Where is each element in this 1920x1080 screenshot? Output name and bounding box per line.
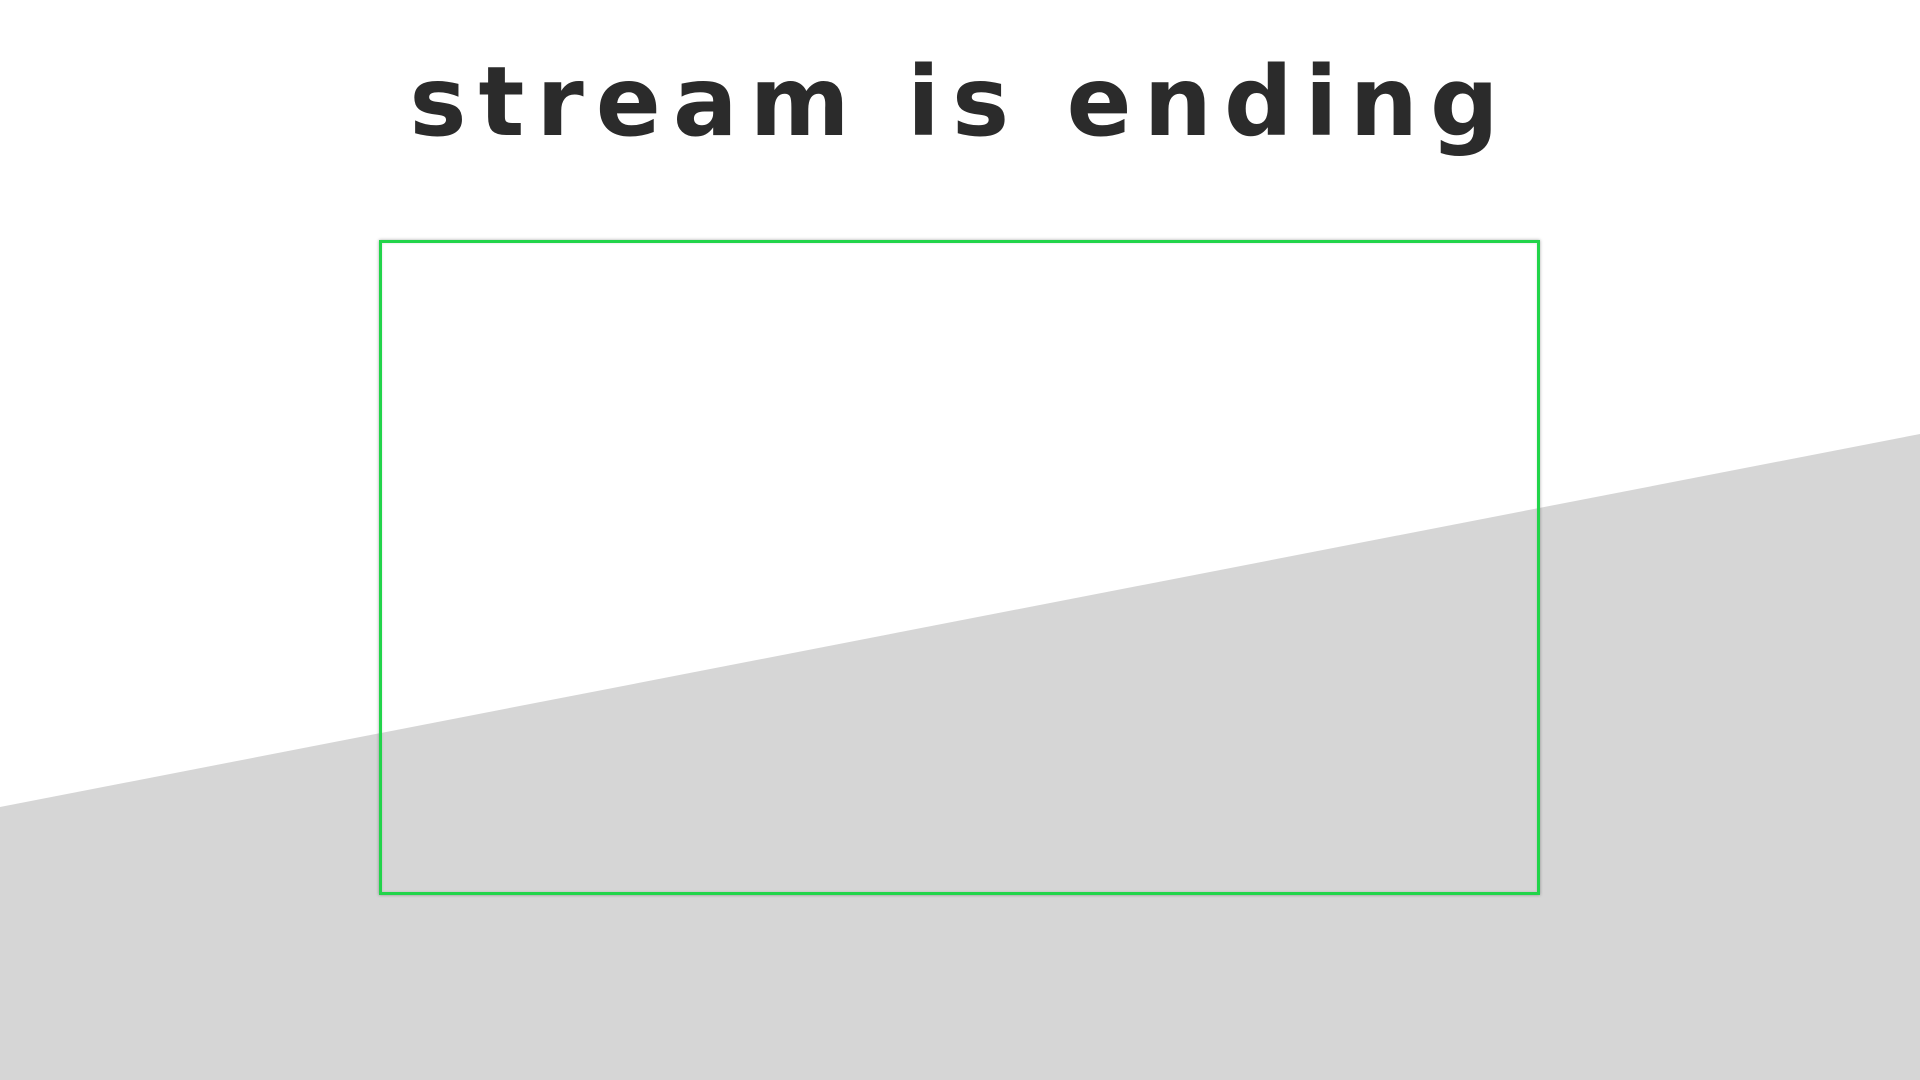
camera-capture-frame xyxy=(379,240,1540,895)
stream-ending-title: stream is ending xyxy=(409,46,1511,158)
end-screen-scene: stream is ending xyxy=(0,0,1920,1080)
